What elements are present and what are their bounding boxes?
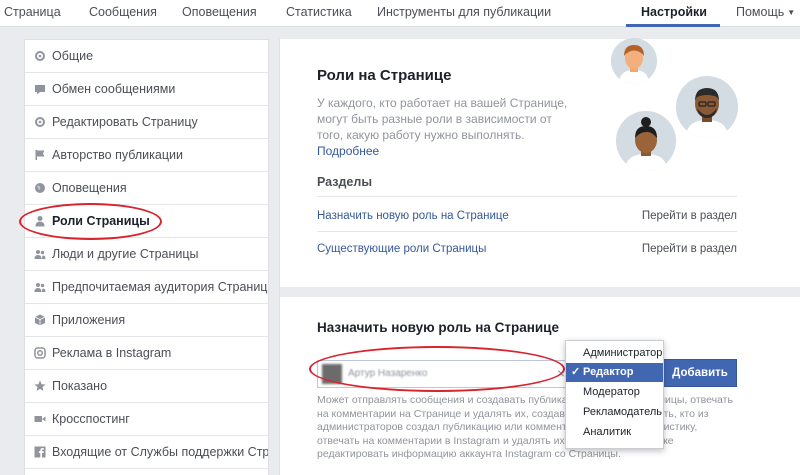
avatar-illustration-woman-bun	[616, 111, 676, 171]
page-title: Роли на Странице	[317, 67, 452, 84]
sidebar-item-crossposting[interactable]: Кросспостинг	[25, 403, 268, 436]
nav-help-label: Помощь	[736, 5, 785, 19]
sidebar-item-label: Приложения	[52, 313, 126, 327]
go-to-section-link[interactable]: Перейти в раздел	[642, 210, 737, 222]
sections-heading: Разделы	[317, 175, 372, 189]
avatar-illustration-man	[676, 76, 738, 138]
person-name-input[interactable]: Артур Назаренко ×	[317, 360, 570, 388]
sidebar-item-support-inbox[interactable]: Входящие от Службы поддержки Страни	[25, 436, 268, 469]
role-option-moderator[interactable]: Модератор	[566, 383, 663, 402]
flag-icon	[34, 149, 46, 161]
sidebar-item-label: Предпочитаемая аудитория Страницы	[52, 280, 268, 294]
go-to-section-link[interactable]: Перейти в раздел	[642, 243, 737, 255]
globe-icon	[34, 182, 46, 194]
sidebar-item-label: Редактировать Страницу	[52, 115, 198, 129]
avatar-illustration-woman	[611, 38, 657, 84]
description-text: У каждого, кто работает на вашей Страниц…	[317, 96, 568, 142]
sidebar-item-messaging[interactable]: Обмен сообщениями	[25, 73, 268, 106]
star-icon	[34, 380, 46, 392]
role-description-text: Может отправлять сообщения и создавать п…	[317, 394, 733, 460]
sidebar-item-instagram-ads[interactable]: Реклама в Instagram	[25, 337, 268, 370]
sidebar-item-label: Общие	[52, 49, 94, 63]
nav-tab-notifications[interactable]: Оповещения	[182, 5, 257, 19]
assign-role-heading: Назначить новую роль на Странице	[317, 320, 559, 335]
learn-more-link[interactable]: Подробнее	[317, 144, 379, 158]
role-option-editor[interactable]: ✓ Редактор	[566, 363, 663, 382]
people-icon	[34, 281, 46, 293]
selected-person-name: Артур Назаренко	[348, 368, 428, 379]
add-button[interactable]: Добавить	[663, 359, 737, 387]
nav-tab-messages[interactable]: Сообщения	[89, 5, 157, 19]
check-icon: ✓	[571, 366, 581, 378]
role-option-label: Администратор	[583, 347, 663, 359]
sidebar-item-page-roles[interactable]: Роли Страницы	[25, 205, 268, 238]
role-option-analyst[interactable]: Аналитик	[566, 423, 663, 442]
selected-person-avatar	[322, 364, 342, 384]
role-option-admin[interactable]: Администратор	[566, 344, 663, 363]
role-option-label: Модератор	[583, 386, 640, 398]
sidebar-item-label: Реклама в Instagram	[52, 346, 172, 360]
section-gap	[280, 287, 800, 297]
sidebar-item-edit-page[interactable]: Редактировать Страницу	[25, 106, 268, 139]
facebook-icon	[34, 446, 46, 458]
sidebar-item-label: Входящие от Службы поддержки Страни	[52, 445, 268, 459]
chat-icon	[34, 83, 46, 95]
sidebar-item-label: Показано	[52, 379, 108, 393]
person-icon	[34, 215, 46, 227]
sidebar-item-general[interactable]: Общие	[25, 40, 268, 73]
sidebar-item-apps[interactable]: Приложения	[25, 304, 268, 337]
caret-down-icon: ▼	[787, 8, 796, 17]
role-option-label: Редактор	[583, 366, 634, 378]
sidebar-item-label: Авторство публикации	[52, 148, 183, 162]
main-content: Роли на Странице У каждого, кто работает…	[279, 38, 800, 475]
nav-tab-page[interactable]: Страница	[4, 5, 61, 19]
instagram-icon	[34, 347, 46, 359]
clear-input-icon[interactable]: ×	[557, 366, 565, 380]
sidebar-item-label: Роли Страницы	[52, 214, 150, 228]
video-icon	[34, 413, 46, 425]
sidebar-item-post-attribution[interactable]: Авторство публикации	[25, 139, 268, 172]
nav-tab-insights[interactable]: Статистика	[286, 5, 352, 19]
existing-roles-section-link[interactable]: Существующие роли Страницы	[317, 243, 486, 255]
sidebar-item-people-and-pages[interactable]: Люди и другие Страницы	[25, 238, 268, 271]
sidebar-item-preferred-audience[interactable]: Предпочитаемая аудитория Страницы	[25, 271, 268, 304]
page-roles-description: У каждого, кто работает на вашей Страниц…	[317, 95, 577, 159]
people-icon	[34, 248, 46, 260]
nav-help-menu[interactable]: Помощь ▼	[736, 5, 795, 19]
role-option-label: Аналитик	[583, 426, 632, 438]
cube-icon	[34, 314, 46, 326]
nav-tab-settings[interactable]: Настройки	[641, 5, 707, 19]
role-option-label: Рекламодатель	[583, 406, 662, 418]
assign-role-section-link[interactable]: Назначить новую роль на Странице	[317, 210, 509, 222]
settings-sidebar: Общие Обмен сообщениями Редактировать Ст…	[24, 39, 269, 475]
sidebar-item-label: Люди и другие Страницы	[52, 247, 199, 261]
nav-tab-publishing-tools[interactable]: Инструменты для публикации	[377, 5, 551, 19]
sidebar-item-featured[interactable]: Показано	[25, 370, 268, 403]
sidebar-item-label: Кросспостинг	[52, 412, 130, 426]
gear-icon	[34, 50, 46, 62]
role-dropdown-menu: Администратор ✓ Редактор Модератор Реклам…	[565, 340, 664, 449]
role-option-advertiser[interactable]: Рекламодатель	[566, 403, 663, 422]
sidebar-item-label: Обмен сообщениями	[52, 82, 176, 96]
section-divider	[317, 231, 737, 232]
active-tab-indicator	[626, 24, 720, 27]
section-divider	[317, 196, 737, 197]
top-navigation: Страница Сообщения Оповещения Статистика…	[0, 0, 800, 27]
gear-icon	[34, 116, 46, 128]
sidebar-item-notifications[interactable]: Оповещения	[25, 172, 268, 205]
sidebar-item-label: Оповещения	[52, 181, 127, 195]
